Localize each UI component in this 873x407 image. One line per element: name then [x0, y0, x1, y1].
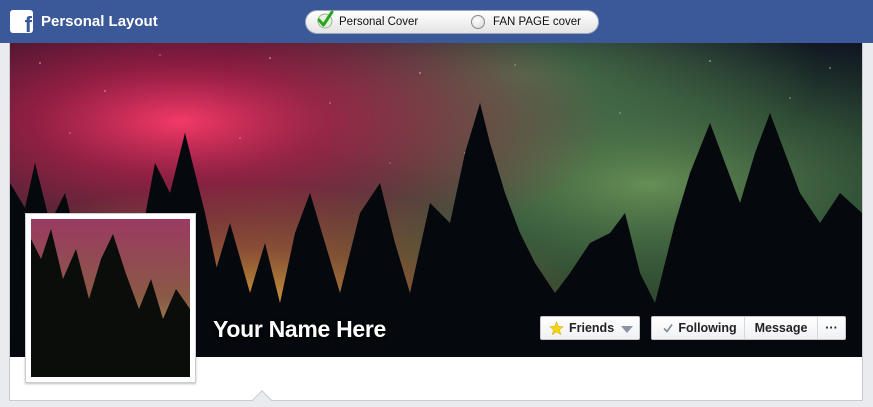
app-title: Personal Layout — [41, 13, 158, 30]
more-options-button[interactable]: ··· — [818, 317, 845, 339]
facebook-logo-icon: f — [10, 10, 33, 33]
friends-button[interactable]: Friends — [540, 316, 640, 340]
cover-type-toggle: Personal Cover FAN PAGE cover — [305, 10, 599, 34]
personal-cover-option[interactable]: Personal Cover — [315, 10, 419, 33]
more-icon: ··· — [825, 321, 838, 335]
personal-cover-label: Personal Cover — [339, 16, 419, 28]
checkmark-icon — [317, 10, 334, 29]
profile-name: Your Name Here — [213, 316, 387, 342]
message-label: Message — [754, 321, 808, 335]
message-button[interactable]: Message — [745, 317, 818, 339]
chevron-down-icon[interactable] — [621, 326, 633, 333]
following-button[interactable]: Following — [652, 317, 745, 339]
fan-page-cover-option[interactable]: FAN PAGE cover — [471, 11, 581, 33]
profile-picture[interactable] — [25, 213, 196, 383]
top-bar: f Personal Layout Personal Cover FAN PAG… — [0, 0, 873, 43]
star-icon — [549, 320, 564, 335]
profile-actions-group: Following Message ··· — [651, 316, 846, 340]
following-label: Following — [678, 321, 737, 335]
profile-photo-image — [31, 219, 190, 377]
friends-label: Friends — [569, 321, 615, 335]
fan-page-cover-label: FAN PAGE cover — [493, 16, 581, 28]
checkmark-icon — [663, 324, 673, 333]
radio-icon — [471, 15, 485, 29]
